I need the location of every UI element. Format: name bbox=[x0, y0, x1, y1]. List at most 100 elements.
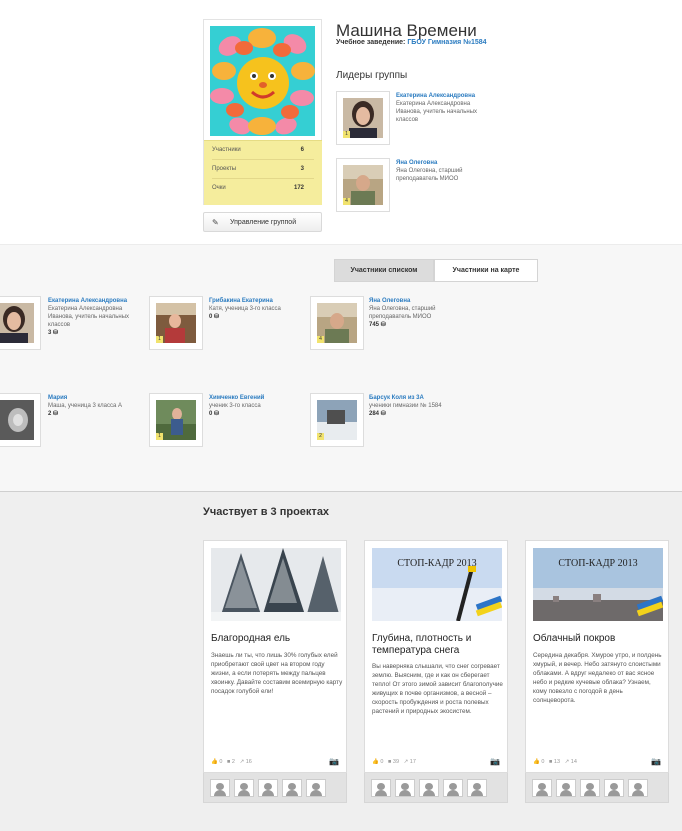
manage-group-button[interactable]: ✎ Управление группой bbox=[203, 212, 322, 232]
group-photo-card: Участники 6 Проекты 3 Очки 172 bbox=[203, 19, 322, 205]
stat-value: 6 bbox=[300, 147, 304, 153]
project-card[interactable]: Благородная ель Знаешь ли ты, что лишь 3… bbox=[203, 540, 347, 773]
user-avatar-icon[interactable] bbox=[210, 779, 230, 797]
member-avatar[interactable] bbox=[0, 393, 41, 447]
member-avatar[interactable]: 1 bbox=[149, 393, 203, 447]
coin-icon: ⛁ bbox=[53, 330, 59, 336]
member-points: 2 ⛁ bbox=[48, 411, 59, 417]
member-desc: ученики гимназии № 1584 bbox=[369, 403, 442, 409]
leader-desc: Екатерина Александровна Иванова, учитель… bbox=[396, 101, 478, 123]
comment-icon: ■ bbox=[227, 759, 231, 765]
coin-icon: ⛁ bbox=[380, 322, 386, 328]
member-info: Грибакина Екатерина Катя, ученица 3-го к… bbox=[209, 297, 304, 321]
user-avatar-icon[interactable] bbox=[604, 779, 624, 797]
chart-icon: ↗ bbox=[403, 759, 409, 765]
member-points: 3 ⛁ bbox=[48, 330, 59, 336]
leader-avatar[interactable]: 4 bbox=[336, 158, 390, 212]
comment-icon: ■ bbox=[388, 759, 392, 765]
badge-number: 4 bbox=[343, 198, 350, 205]
member-desc: Екатерина Александровна Иванова, учитель… bbox=[48, 306, 130, 328]
member-avatar[interactable]: 4 bbox=[310, 296, 364, 350]
member-info: Екатерина Александровна Екатерина Алекса… bbox=[48, 297, 138, 337]
user-avatar-icon[interactable] bbox=[628, 779, 648, 797]
tab-members-map[interactable]: Участники на карте bbox=[434, 259, 538, 282]
member-name[interactable]: Химченко Евгений bbox=[209, 394, 304, 402]
tab-members-list[interactable]: Участники списком bbox=[334, 259, 434, 282]
project-image[interactable]: СТОП-КАДР 2013 bbox=[533, 548, 663, 621]
banner-text: СТОП-КАДР 2013 bbox=[397, 558, 477, 569]
member-desc: Маша, ученица 3 класса А bbox=[48, 403, 122, 409]
group-photo[interactable] bbox=[210, 26, 315, 136]
chart-icon: ↗ bbox=[239, 759, 245, 765]
coin-icon: ⛁ bbox=[214, 411, 220, 417]
like-icon: 👍 bbox=[211, 759, 218, 765]
leader-info: Яна Олеговна Яна Олеговна, старший препо… bbox=[396, 159, 486, 183]
camera-icon[interactable]: 📷 bbox=[490, 757, 500, 766]
leader-avatar[interactable]: 1 bbox=[336, 91, 390, 145]
coin-icon: ⛁ bbox=[380, 411, 386, 417]
comment-icon: ■ bbox=[549, 759, 553, 765]
member-points: 745 ⛁ bbox=[369, 322, 386, 328]
school-label: Учебное заведение: bbox=[336, 39, 406, 46]
user-avatar-icon[interactable] bbox=[234, 779, 254, 797]
group-stats: Участники 6 Проекты 3 Очки 172 bbox=[204, 140, 322, 205]
camera-icon[interactable]: 📷 bbox=[651, 757, 661, 766]
stat-label: Участники bbox=[212, 147, 241, 153]
coin-icon: ⛁ bbox=[53, 411, 59, 417]
leader-name[interactable]: Яна Олеговна bbox=[396, 159, 486, 167]
member-info: Барсук Коля из 3А ученики гимназии № 158… bbox=[369, 394, 464, 418]
project-image[interactable]: СТОП-КАДР 2013 bbox=[372, 548, 502, 621]
user-avatar-icon[interactable] bbox=[395, 779, 415, 797]
stat-row-members: Участники 6 bbox=[212, 141, 314, 160]
project-description: Знаешь ли ты, что лишь 30% голубых елей … bbox=[211, 652, 343, 695]
member-points: 0 ⛁ bbox=[209, 314, 220, 320]
leader-name[interactable]: Екатерина Александровна bbox=[396, 92, 486, 100]
project-card[interactable]: СТОП-КАДР 2013 Облачный покров Середина … bbox=[525, 540, 669, 773]
member-name[interactable]: Грибакина Екатерина bbox=[209, 297, 304, 305]
member-desc: Катя, ученица 3-го класса bbox=[209, 306, 281, 312]
user-avatar-icon[interactable] bbox=[371, 779, 391, 797]
project-image[interactable] bbox=[211, 548, 341, 621]
stat-row-points: Очки 172 bbox=[212, 179, 314, 198]
member-desc: ученик 3-го класса bbox=[209, 403, 261, 409]
stat-row-projects: Проекты 3 bbox=[212, 160, 314, 179]
user-avatar-icon[interactable] bbox=[258, 779, 278, 797]
user-avatar-icon[interactable] bbox=[282, 779, 302, 797]
user-photo bbox=[0, 400, 34, 440]
project-description: Середина декабря. Хмурое утро, и полдень… bbox=[533, 652, 662, 704]
like-icon: 👍 bbox=[372, 759, 379, 765]
user-avatar-icon[interactable] bbox=[443, 779, 463, 797]
project-stats: 👍 0 ■ 39 ↗ 17 bbox=[372, 759, 416, 765]
member-name[interactable]: Мария bbox=[48, 394, 140, 402]
page-title: Машина Времени bbox=[336, 21, 477, 40]
member-avatar[interactable]: 1 bbox=[149, 296, 203, 350]
member-avatar[interactable] bbox=[0, 296, 41, 350]
member-avatar[interactable]: 2 bbox=[310, 393, 364, 447]
user-avatar-icon[interactable] bbox=[556, 779, 576, 797]
stat-label: Проекты bbox=[212, 166, 237, 172]
user-avatar-icon[interactable] bbox=[467, 779, 487, 797]
project-title[interactable]: Глубина, плотность и температура снега bbox=[372, 633, 502, 657]
user-avatar-icon[interactable] bbox=[306, 779, 326, 797]
badge-number: 1 bbox=[343, 131, 350, 138]
leader-desc: Яна Олеговна, старший преподаватель МИОО bbox=[396, 168, 463, 182]
user-avatar-icon[interactable] bbox=[419, 779, 439, 797]
projects-title: Участвует в 3 проектах bbox=[203, 506, 330, 518]
coin-icon: ⛁ bbox=[214, 314, 220, 320]
chart-icon: ↗ bbox=[564, 759, 570, 765]
member-name[interactable]: Екатерина Александровна bbox=[48, 297, 138, 305]
project-title[interactable]: Благородная ель bbox=[211, 633, 341, 645]
badge-number: 2 bbox=[317, 433, 324, 440]
school-link[interactable]: ГБОУ Гимназия №1584 bbox=[407, 39, 486, 46]
badge-number: 4 bbox=[317, 336, 324, 343]
member-points: 284 ⛁ bbox=[369, 411, 386, 417]
member-name[interactable]: Яна Олеговна bbox=[369, 297, 461, 305]
camera-icon[interactable]: 📷 bbox=[329, 757, 339, 766]
project-title[interactable]: Облачный покров bbox=[533, 633, 663, 645]
user-avatar-icon[interactable] bbox=[580, 779, 600, 797]
project-card[interactable]: СТОП-КАДР 2013 Глубина, плотность и темп… bbox=[364, 540, 508, 773]
member-info: Мария Маша, ученица 3 класса А 2 ⛁ bbox=[48, 394, 140, 418]
member-name[interactable]: Барсук Коля из 3А bbox=[369, 394, 464, 402]
user-avatar-icon[interactable] bbox=[532, 779, 552, 797]
project-participants bbox=[364, 773, 508, 803]
